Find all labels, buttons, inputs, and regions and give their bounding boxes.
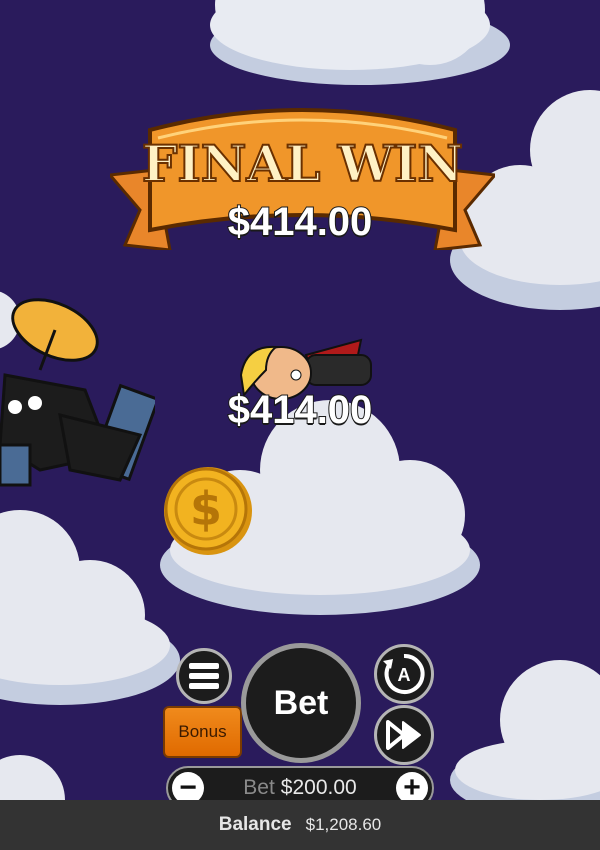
- autoplay-button[interactable]: A: [374, 644, 434, 704]
- status-bar: Balance $1,208.60: [0, 800, 600, 850]
- bet-button[interactable]: Bet: [241, 643, 361, 763]
- autoplay-icon: A: [383, 653, 425, 694]
- fast-forward-icon: [386, 720, 421, 750]
- final-win-amount: $414.00: [227, 199, 374, 245]
- menu-button[interactable]: [176, 648, 232, 704]
- hamburger-menu-icon: [189, 663, 219, 689]
- bet-label: Bet: [243, 776, 275, 799]
- balance-value: $1,208.60: [305, 815, 382, 834]
- bonus-button[interactable]: Bonus: [163, 706, 242, 758]
- dollar-coin-icon: $: [164, 467, 252, 555]
- svg-text:$: $: [190, 482, 222, 536]
- satellite-icon: [0, 298, 155, 487]
- cloud: [0, 510, 180, 705]
- balance-label: Balance: [218, 814, 292, 835]
- fast-forward-button[interactable]: [374, 705, 434, 765]
- autoplay-letter: A: [398, 665, 411, 685]
- final-win-title: FINAL WIN: [141, 133, 464, 194]
- bet-amount: $200.00: [280, 776, 357, 799]
- character-win-amount: $414.00: [227, 387, 374, 433]
- cloud: [210, 0, 510, 85]
